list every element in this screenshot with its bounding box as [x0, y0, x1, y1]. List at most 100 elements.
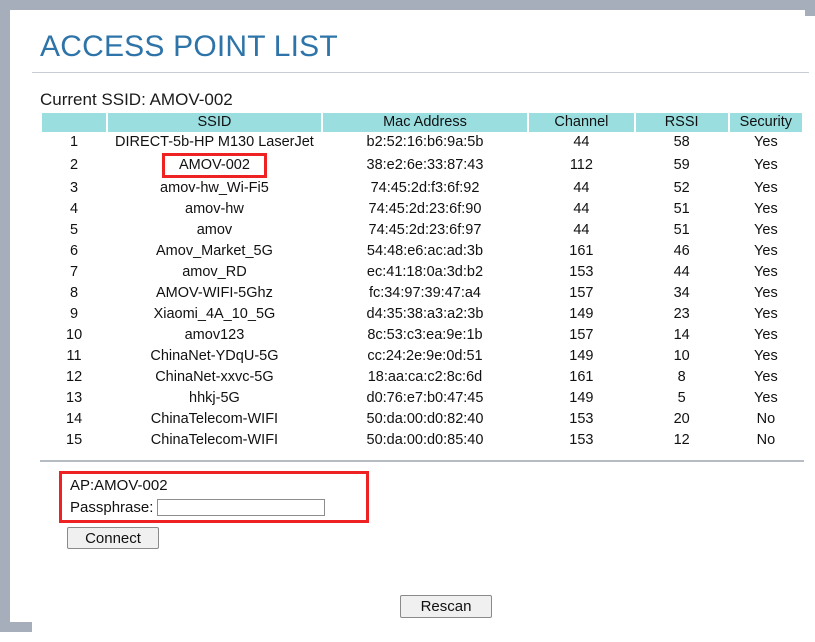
cell-mac: 18:aa:ca:c2:8c:6d: [322, 367, 528, 388]
title-bar: ACCESS POINT LIST: [32, 24, 808, 76]
cell-ssid[interactable]: amov-hw_Wi-Fi5: [108, 178, 321, 199]
column-header-security: Security: [729, 113, 802, 132]
cell-channel: 153: [529, 430, 634, 451]
table-row[interactable]: 12 ChinaNet-xxvc-5G 18:aa:ca:c2:8c:6d 161 8 Y…: [42, 367, 802, 388]
access-point-table: SSID Mac Address Channel RSSI Security 1…: [40, 113, 804, 451]
cell-rssi: 46: [635, 241, 728, 262]
cell-channel: 153: [529, 262, 634, 283]
cell-rssi: 20: [635, 409, 728, 430]
cell-channel: 153: [529, 409, 634, 430]
page-content-panel: ACCESS POINT LIST Current SSID: AMOV-002…: [32, 16, 815, 642]
cell-security: Yes: [729, 325, 802, 346]
cell-rssi: 44: [635, 262, 728, 283]
cell-ssid[interactable]: DIRECT-5b-HP M130 LaserJet: [108, 132, 321, 153]
cell-index: 2: [42, 153, 107, 178]
cell-mac: 8c:53:c3:ea:9e:1b: [322, 325, 528, 346]
cell-mac: 74:45:2d:f3:6f:92: [322, 178, 528, 199]
table-row[interactable]: 9 Xiaomi_4A_10_5G d4:35:38:a3:a2:3b 149 23 Ye…: [42, 304, 802, 325]
cell-index: 3: [42, 178, 107, 199]
cell-mac: 54:48:e6:ac:ad:3b: [322, 241, 528, 262]
cell-channel: 112: [529, 153, 634, 178]
cell-security: No: [729, 430, 802, 451]
cell-security: Yes: [729, 367, 802, 388]
cell-index: 7: [42, 262, 107, 283]
cell-security: Yes: [729, 241, 802, 262]
cell-channel: 44: [529, 199, 634, 220]
cell-security: Yes: [729, 262, 802, 283]
cell-index: 6: [42, 241, 107, 262]
current-ssid-label: Current SSID: AMOV-002: [40, 90, 233, 109]
cell-security: Yes: [729, 132, 802, 153]
cell-mac: 50:da:00:d0:85:40: [322, 430, 528, 451]
connect-button[interactable]: Connect: [67, 527, 159, 549]
form-divider: [40, 460, 804, 462]
cell-rssi: 10: [635, 346, 728, 367]
cell-security: Yes: [729, 178, 802, 199]
cell-rssi: 52: [635, 178, 728, 199]
cell-security: Yes: [729, 283, 802, 304]
table-row[interactable]: 7 amov_RD ec:41:18:0a:3d:b2 153 44 Yes: [42, 262, 802, 283]
cell-rssi: 8: [635, 367, 728, 388]
cell-ssid[interactable]: amov_RD: [108, 262, 321, 283]
cell-channel: 161: [529, 367, 634, 388]
cell-rssi: 58: [635, 132, 728, 153]
cell-ssid[interactable]: AMOV-002: [108, 153, 321, 178]
cell-ssid[interactable]: amov: [108, 220, 321, 241]
selected-ssid-highlight[interactable]: AMOV-002: [161, 153, 267, 178]
cell-mac: 74:45:2d:23:6f:90: [322, 199, 528, 220]
cell-mac: fc:34:97:39:47:a4: [322, 283, 528, 304]
cell-ssid[interactable]: Xiaomi_4A_10_5G: [108, 304, 321, 325]
table-header-row: SSID Mac Address Channel RSSI Security: [42, 113, 802, 132]
cell-ssid[interactable]: hhkj-5G: [108, 388, 321, 409]
cell-index: 12: [42, 367, 107, 388]
cell-ssid[interactable]: amov123: [108, 325, 321, 346]
table-row[interactable]: 5 amov 74:45:2d:23:6f:97 44 51 Yes: [42, 220, 802, 241]
cell-security: Yes: [729, 304, 802, 325]
cell-security: Yes: [729, 346, 802, 367]
table-row[interactable]: 1 DIRECT-5b-HP M130 LaserJet b2:52:16:b6:9…: [42, 132, 802, 153]
table-row[interactable]: 4 amov-hw 74:45:2d:23:6f:90 44 51 Yes: [42, 199, 802, 220]
passphrase-input[interactable]: [157, 499, 326, 516]
cell-mac: d4:35:38:a3:a2:3b: [322, 304, 528, 325]
cell-ssid[interactable]: AMOV-WIFI-5Ghz: [108, 283, 321, 304]
column-header-index: [42, 113, 107, 132]
rescan-button[interactable]: Rescan: [400, 595, 492, 618]
cell-index: 14: [42, 409, 107, 430]
table-row[interactable]: 14 ChinaTelecom-WIFI 50:da:00:d0:82:40 153 2…: [42, 409, 802, 430]
cell-rssi: 23: [635, 304, 728, 325]
cell-ssid[interactable]: amov-hw: [108, 199, 321, 220]
table-body: 1 DIRECT-5b-HP M130 LaserJet b2:52:16:b6:9…: [42, 132, 802, 451]
table-row[interactable]: 3 amov-hw_Wi-Fi5 74:45:2d:f3:6f:92 44 52 Yes: [42, 178, 802, 199]
cell-index: 15: [42, 430, 107, 451]
table-row[interactable]: 8 AMOV-WIFI-5Ghz fc:34:97:39:47:a4 157 34 Yes: [42, 283, 802, 304]
cell-mac: 50:da:00:d0:82:40: [322, 409, 528, 430]
cell-ssid[interactable]: Amov_Market_5G: [108, 241, 321, 262]
table-row[interactable]: 10 amov123 8c:53:c3:ea:9e:1b 157 14 Yes: [42, 325, 802, 346]
table-row[interactable]: 11 ChinaNet-YDqU-5G cc:24:2e:9e:0d:51 149 10…: [42, 346, 802, 367]
cell-rssi: 59: [635, 153, 728, 178]
title-divider: [32, 72, 809, 73]
cell-ssid[interactable]: ChinaNet-YDqU-5G: [108, 346, 321, 367]
table-row[interactable]: 13 hhkj-5G d0:76:e7:b0:47:45 149 5 Yes: [42, 388, 802, 409]
cell-channel: 149: [529, 346, 634, 367]
table-row[interactable]: 2 AMOV-002 38:e2:6e:33:87:43 112 59 Yes: [42, 153, 802, 178]
cell-ssid[interactable]: ChinaTelecom-WIFI: [108, 409, 321, 430]
table-header: SSID Mac Address Channel RSSI Security: [42, 113, 802, 132]
cell-index: 9: [42, 304, 107, 325]
cell-security: No: [729, 409, 802, 430]
cell-channel: 157: [529, 283, 634, 304]
page-title: ACCESS POINT LIST: [40, 30, 338, 63]
table-row[interactable]: 6 Amov_Market_5G 54:48:e6:ac:ad:3b 161 46 Yes: [42, 241, 802, 262]
column-header-channel: Channel: [529, 113, 634, 132]
cell-ssid[interactable]: ChinaNet-xxvc-5G: [108, 367, 321, 388]
cell-channel: 44: [529, 220, 634, 241]
browser-window-frame: ACCESS POINT LIST Current SSID: AMOV-002…: [0, 0, 815, 642]
cell-rssi: 5: [635, 388, 728, 409]
column-header-ssid: SSID: [108, 113, 321, 132]
cell-channel: 44: [529, 178, 634, 199]
cell-rssi: 34: [635, 283, 728, 304]
connect-form: AP:AMOV-002 Passphrase:: [59, 471, 369, 523]
cell-rssi: 51: [635, 220, 728, 241]
cell-ssid[interactable]: ChinaTelecom-WIFI: [108, 430, 321, 451]
table-row[interactable]: 15 ChinaTelecom-WIFI 50:da:00:d0:85:40 153 1…: [42, 430, 802, 451]
